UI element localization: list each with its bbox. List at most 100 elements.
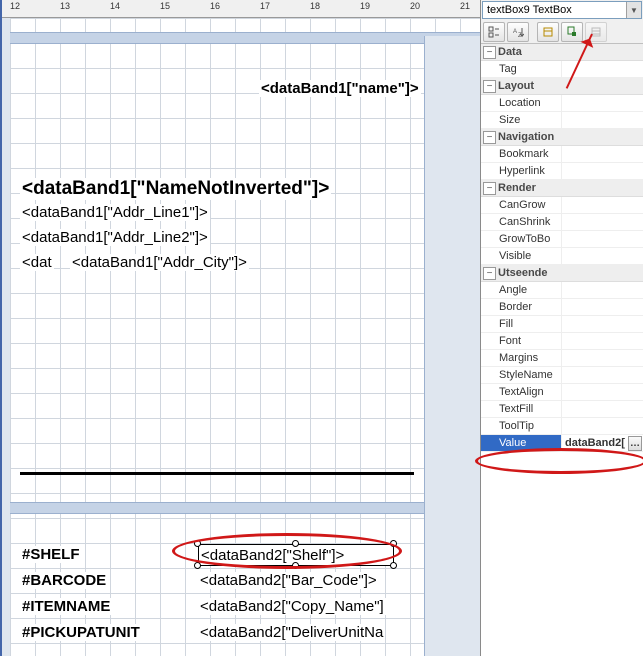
label-barcode[interactable]: #BARCODE bbox=[20, 572, 108, 589]
design-grid[interactable]: <dataBand1["name"]> <dataBand1["NameNotI… bbox=[10, 18, 480, 656]
textbox-dat[interactable]: <dat bbox=[20, 254, 54, 271]
ruler-mark: 20 bbox=[410, 1, 420, 11]
property-value[interactable] bbox=[561, 95, 643, 111]
ruler-mark: 18 bbox=[310, 1, 320, 11]
property-row[interactable]: CanShrink bbox=[481, 214, 643, 231]
label-pickup[interactable]: #PICKUPATUNIT bbox=[20, 624, 142, 641]
property-row[interactable]: ToolTip bbox=[481, 418, 643, 435]
property-value[interactable] bbox=[561, 299, 643, 315]
property-name: Visible bbox=[481, 248, 561, 264]
property-value[interactable] bbox=[561, 418, 643, 434]
property-grid[interactable]: −DataTag−LayoutLocationSize−NavigationBo… bbox=[481, 44, 643, 656]
textbox-pickup[interactable]: <dataBand2["DeliverUnitNa bbox=[198, 624, 385, 641]
textbox-addr2[interactable]: <dataBand1["Addr_Line2"]> bbox=[20, 229, 210, 246]
collapse-icon[interactable]: − bbox=[483, 80, 496, 93]
property-name: GrowToBo bbox=[481, 231, 561, 247]
property-value[interactable] bbox=[561, 197, 643, 213]
property-value[interactable] bbox=[561, 333, 643, 349]
property-name: ToolTip bbox=[481, 418, 561, 434]
property-name: Size bbox=[481, 112, 561, 128]
property-value[interactable] bbox=[561, 112, 643, 128]
design-canvas[interactable]: 12 13 14 15 16 17 18 19 20 21 <dataBand1… bbox=[0, 0, 480, 656]
resize-handle[interactable] bbox=[194, 562, 201, 569]
textbox-addr1[interactable]: <dataBand1["Addr_Line1"]> bbox=[20, 204, 210, 221]
property-name: Fill bbox=[481, 316, 561, 332]
textbox-barcode[interactable]: <dataBand2["Bar_Code"]> bbox=[198, 572, 379, 589]
property-row[interactable]: TextFill bbox=[481, 401, 643, 418]
textbox-name-notinverted[interactable]: <dataBand1["NameNotInverted"]> bbox=[20, 178, 331, 200]
property-name: Bookmark bbox=[481, 146, 561, 162]
label-itemname[interactable]: #ITEMNAME bbox=[20, 598, 112, 615]
property-pages-button[interactable] bbox=[537, 22, 559, 42]
resize-handle[interactable] bbox=[390, 562, 397, 569]
alphabetical-view-button[interactable]: AZ bbox=[507, 22, 529, 42]
sort-button[interactable] bbox=[585, 22, 607, 42]
property-value[interactable] bbox=[561, 163, 643, 179]
chevron-down-icon[interactable]: ▼ bbox=[626, 2, 641, 18]
textbox-city[interactable]: <dataBand1["Addr_City"]> bbox=[70, 254, 249, 271]
ellipsis-button[interactable]: … bbox=[628, 436, 642, 451]
property-row[interactable]: Bookmark bbox=[481, 146, 643, 163]
property-name: CanGrow bbox=[481, 197, 561, 213]
label-shelf[interactable]: #SHELF bbox=[20, 546, 82, 563]
category-label: Render bbox=[498, 182, 536, 194]
property-name: StyleName bbox=[481, 367, 561, 383]
textbox-itemname[interactable]: <dataBand2["Copy_Name"] bbox=[198, 598, 386, 615]
property-row[interactable]: Angle bbox=[481, 282, 643, 299]
property-value[interactable]: dataBand2[… bbox=[561, 435, 643, 451]
property-category[interactable]: −Render bbox=[481, 180, 643, 197]
ruler-mark: 16 bbox=[210, 1, 220, 11]
property-value[interactable] bbox=[561, 384, 643, 400]
property-row[interactable]: Tag bbox=[481, 61, 643, 78]
property-category[interactable]: −Utseende bbox=[481, 265, 643, 282]
svg-text:A: A bbox=[513, 29, 517, 35]
property-row[interactable]: ValuedataBand2[… bbox=[481, 435, 643, 452]
property-name: Location bbox=[481, 95, 561, 111]
band-separator bbox=[10, 502, 480, 514]
horizontal-ruler: 12 13 14 15 16 17 18 19 20 21 bbox=[2, 0, 480, 18]
property-category[interactable]: −Navigation bbox=[481, 129, 643, 146]
events-button[interactable] bbox=[561, 22, 583, 42]
property-toolbar: AZ bbox=[481, 20, 643, 44]
property-row[interactable]: Font bbox=[481, 333, 643, 350]
property-row[interactable]: Margins bbox=[481, 350, 643, 367]
property-value[interactable] bbox=[561, 316, 643, 332]
property-value[interactable] bbox=[561, 231, 643, 247]
property-name: TextAlign bbox=[481, 384, 561, 400]
property-value[interactable] bbox=[561, 401, 643, 417]
property-value[interactable] bbox=[561, 146, 643, 162]
ruler-mark: 12 bbox=[10, 1, 20, 11]
collapse-icon[interactable]: − bbox=[483, 46, 496, 59]
property-row[interactable]: StyleName bbox=[481, 367, 643, 384]
property-row[interactable]: TextAlign bbox=[481, 384, 643, 401]
resize-handle[interactable] bbox=[194, 540, 201, 547]
property-row[interactable]: CanGrow bbox=[481, 197, 643, 214]
property-row[interactable]: Size bbox=[481, 112, 643, 129]
property-category[interactable]: −Layout bbox=[481, 78, 643, 95]
property-category[interactable]: −Data bbox=[481, 44, 643, 61]
collapse-icon[interactable]: − bbox=[483, 182, 496, 195]
collapse-icon[interactable]: − bbox=[483, 131, 496, 144]
resize-handle[interactable] bbox=[390, 540, 397, 547]
property-value[interactable] bbox=[561, 61, 643, 77]
property-row[interactable]: GrowToBo bbox=[481, 231, 643, 248]
collapse-icon[interactable]: − bbox=[483, 267, 496, 280]
property-value[interactable] bbox=[561, 248, 643, 264]
resize-handle[interactable] bbox=[292, 562, 299, 569]
property-value[interactable] bbox=[561, 367, 643, 383]
property-row[interactable]: Fill bbox=[481, 316, 643, 333]
property-row[interactable]: Hyperlink bbox=[481, 163, 643, 180]
property-value[interactable] bbox=[561, 214, 643, 230]
resize-handle[interactable] bbox=[292, 540, 299, 547]
property-row[interactable]: Visible bbox=[481, 248, 643, 265]
property-value[interactable] bbox=[561, 282, 643, 298]
categorized-view-button[interactable] bbox=[483, 22, 505, 42]
textbox-name[interactable]: <dataBand1["name"]> bbox=[259, 80, 421, 97]
property-name: Font bbox=[481, 333, 561, 349]
property-row[interactable]: Border bbox=[481, 299, 643, 316]
object-selector[interactable]: textBox9 TextBox ▼ bbox=[482, 1, 642, 19]
property-row[interactable]: Location bbox=[481, 95, 643, 112]
property-value[interactable] bbox=[561, 350, 643, 366]
ruler-mark: 21 bbox=[460, 1, 470, 11]
property-name: Margins bbox=[481, 350, 561, 366]
